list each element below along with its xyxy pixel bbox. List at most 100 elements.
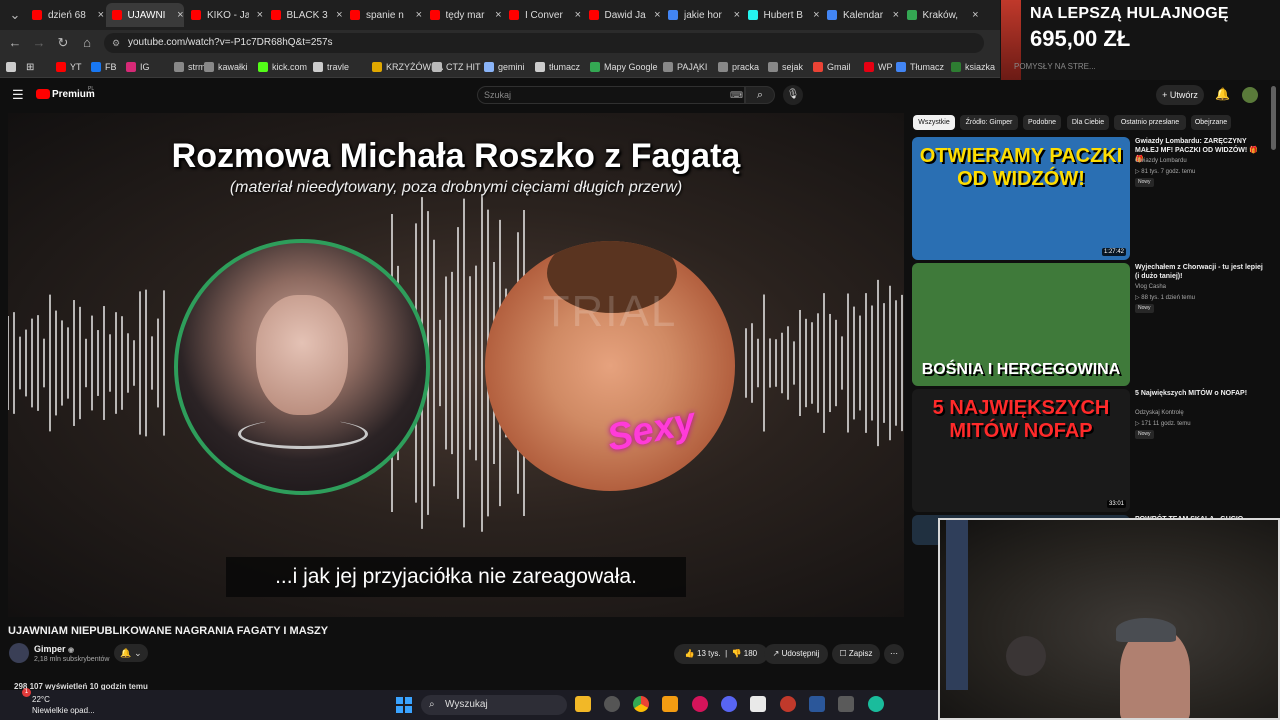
browser-tab[interactable]: Hubert B × bbox=[742, 3, 820, 27]
word-icon[interactable] bbox=[809, 696, 825, 712]
taskbar-search[interactable]: ⌕ Wyszukaj bbox=[421, 695, 567, 715]
discord-icon[interactable] bbox=[721, 696, 737, 712]
browser-tab[interactable]: jakie hor × bbox=[662, 3, 740, 27]
like-button[interactable]: 👍 13 tys. bbox=[685, 649, 721, 658]
dislike-button[interactable]: 👎 180 bbox=[732, 649, 758, 658]
recommendation-thumbnail[interactable]: 5 NAJWIĘKSZYCH MITÓW NOFAP 33:01 bbox=[912, 389, 1130, 512]
browser-tab[interactable]: dzień 68 × bbox=[26, 3, 104, 27]
apps-grid-icon[interactable]: ⊞ bbox=[26, 60, 34, 74]
bookmark-item[interactable]: tłumacz bbox=[535, 60, 580, 74]
opera-icon[interactable] bbox=[692, 696, 708, 712]
close-tab-icon[interactable]: × bbox=[336, 9, 342, 21]
filter-chip[interactable]: Wszystkie bbox=[913, 115, 955, 130]
brave-icon[interactable] bbox=[662, 696, 678, 712]
windows-start-icon[interactable] bbox=[396, 697, 412, 713]
browser-tab[interactable]: UJAWNI × bbox=[105, 3, 184, 27]
filter-chip[interactable]: Obejrzane bbox=[1191, 115, 1231, 130]
bookmark-item[interactable]: sejak bbox=[768, 60, 803, 74]
bookmark-item[interactable]: gemini bbox=[484, 60, 525, 74]
app-icon-1[interactable] bbox=[604, 696, 620, 712]
bookmark-item[interactable]: IG bbox=[126, 60, 150, 74]
browser-tab[interactable]: I Conver × bbox=[503, 3, 581, 27]
bookmark-item[interactable]: Gmail bbox=[813, 60, 851, 74]
bookmark-item[interactable]: WP bbox=[864, 60, 893, 74]
file-explorer-icon[interactable] bbox=[575, 696, 591, 712]
chrome-icon[interactable] bbox=[633, 696, 649, 712]
close-tab-icon[interactable]: × bbox=[495, 9, 501, 21]
media-app-icon[interactable] bbox=[780, 696, 796, 712]
filter-chip[interactable]: Ostatnio przesłane bbox=[1114, 115, 1186, 130]
close-tab-icon[interactable]: × bbox=[654, 9, 660, 21]
youtube-logo-icon[interactable] bbox=[36, 89, 50, 99]
bookmark-item[interactable]: pracka bbox=[718, 60, 759, 74]
browser-tab[interactable]: BLACK 3 × bbox=[265, 3, 343, 27]
obs-app-icon[interactable] bbox=[750, 696, 766, 712]
back-icon[interactable]: ← bbox=[6, 34, 24, 52]
tab-favicon bbox=[191, 10, 201, 20]
filter-chip[interactable]: Podobne bbox=[1023, 115, 1061, 130]
close-tab-icon[interactable]: × bbox=[972, 9, 978, 21]
bookmarks-square-icon[interactable] bbox=[6, 60, 20, 74]
close-tab-icon[interactable]: × bbox=[575, 9, 581, 21]
bookmark-item[interactable]: Tłumacz bbox=[896, 60, 944, 74]
recommendation-thumbnail[interactable]: OTWIERAMY PACZKI OD WIDZÓW! 1:27:42 bbox=[912, 137, 1130, 260]
bookmark-item[interactable]: kick.com bbox=[258, 60, 307, 74]
search-icon[interactable]: ⌕ bbox=[745, 86, 775, 104]
search-input[interactable]: Szukaj ⌨ bbox=[477, 86, 745, 104]
close-tab-icon[interactable]: × bbox=[813, 9, 819, 21]
close-tab-icon[interactable]: × bbox=[98, 9, 104, 21]
video-player[interactable]: Rozmowa Michała Roszko z Fagatą (materia… bbox=[8, 113, 904, 617]
recommendation-channel[interactable]: Gwiazdy Lombardu bbox=[1135, 158, 1187, 164]
bookmark-item[interactable]: YT bbox=[56, 60, 82, 74]
save-button[interactable]: ☐ Zapisz bbox=[832, 644, 880, 664]
recommendation-channel[interactable]: Vlog Casha bbox=[1135, 284, 1166, 290]
recommendation-channel[interactable]: Odzyskaj Kontrolę bbox=[1135, 410, 1184, 416]
filter-chip[interactable]: Źródło: Gimper bbox=[960, 115, 1018, 130]
tab-search-icon[interactable]: ⌄ bbox=[6, 6, 24, 24]
channel-name[interactable]: Gimper ◉ bbox=[34, 644, 74, 654]
close-tab-icon[interactable]: × bbox=[734, 9, 740, 21]
url-input[interactable]: ⚙ youtube.com/watch?v=-P1c7DR68hQ&t=257s bbox=[104, 33, 984, 53]
subscription-bell-button[interactable]: 🔔 ⌄ bbox=[114, 644, 148, 662]
menu-icon[interactable]: ☰ bbox=[12, 87, 24, 103]
calculator-icon[interactable] bbox=[838, 696, 854, 712]
share-button[interactable]: ↗ Udostępnij bbox=[764, 644, 828, 664]
microphone-icon[interactable]: 🎙 bbox=[783, 85, 803, 105]
close-tab-icon[interactable]: × bbox=[177, 9, 183, 21]
recommendation-title[interactable]: 5 Największych MITÓW o NOFAP! bbox=[1135, 389, 1265, 398]
browser-tab[interactable]: spanie n × bbox=[344, 3, 422, 27]
notifications-icon[interactable]: 🔔 bbox=[1215, 87, 1230, 101]
more-icon[interactable]: ⋯ bbox=[884, 644, 904, 664]
account-avatar[interactable] bbox=[1242, 87, 1258, 103]
reload-icon[interactable]: ↻ bbox=[54, 34, 72, 52]
browser-tab[interactable]: KIKO - Ja × bbox=[185, 3, 263, 27]
forward-icon[interactable]: → bbox=[30, 34, 48, 52]
page-scrollbar[interactable] bbox=[1271, 86, 1276, 150]
bookmark-item[interactable]: strm bbox=[174, 60, 206, 74]
browser-tab[interactable]: Kraków, × bbox=[901, 3, 979, 27]
filter-chip[interactable]: Dla Ciebie bbox=[1067, 115, 1109, 130]
bookmark-item[interactable]: travle bbox=[313, 60, 349, 74]
bookmark-item[interactable]: kawałki bbox=[204, 60, 248, 74]
recommendation-title[interactable]: Wyjechałem z Chorwacji - tu jest lepiej … bbox=[1135, 263, 1265, 281]
create-button[interactable]: + Utwórz bbox=[1156, 85, 1204, 105]
close-tab-icon[interactable]: × bbox=[893, 9, 899, 21]
channel-avatar[interactable] bbox=[9, 643, 29, 663]
globe-app-icon[interactable] bbox=[868, 696, 884, 712]
close-tab-icon[interactable]: × bbox=[416, 9, 422, 21]
browser-tab[interactable]: Kalendar × bbox=[821, 3, 899, 27]
keyboard-icon[interactable]: ⌨ bbox=[730, 87, 743, 103]
bookmark-item[interactable]: Mapy Google bbox=[590, 60, 658, 74]
bookmark-item[interactable]: FB bbox=[91, 60, 117, 74]
bookmark-label: kawałki bbox=[218, 62, 248, 72]
bookmark-item[interactable]: CTZ HIT bbox=[432, 60, 481, 74]
bookmark-item[interactable]: ksiazka bbox=[951, 60, 995, 74]
weather-widget[interactable]: 22°C Niewielkie opad... bbox=[12, 694, 95, 716]
recommendation-thumbnail[interactable]: BOŚNIA I HERCEGOWINA bbox=[912, 263, 1130, 386]
close-tab-icon[interactable]: × bbox=[257, 9, 263, 21]
browser-tab[interactable]: Dawid Ja × bbox=[583, 3, 661, 27]
browser-tab[interactable]: tędy mar × bbox=[424, 3, 502, 27]
bookmark-item[interactable]: PAJĄKI bbox=[663, 60, 707, 74]
site-info-icon[interactable]: ⚙ bbox=[112, 33, 120, 53]
home-icon[interactable]: ⌂ bbox=[78, 34, 96, 52]
